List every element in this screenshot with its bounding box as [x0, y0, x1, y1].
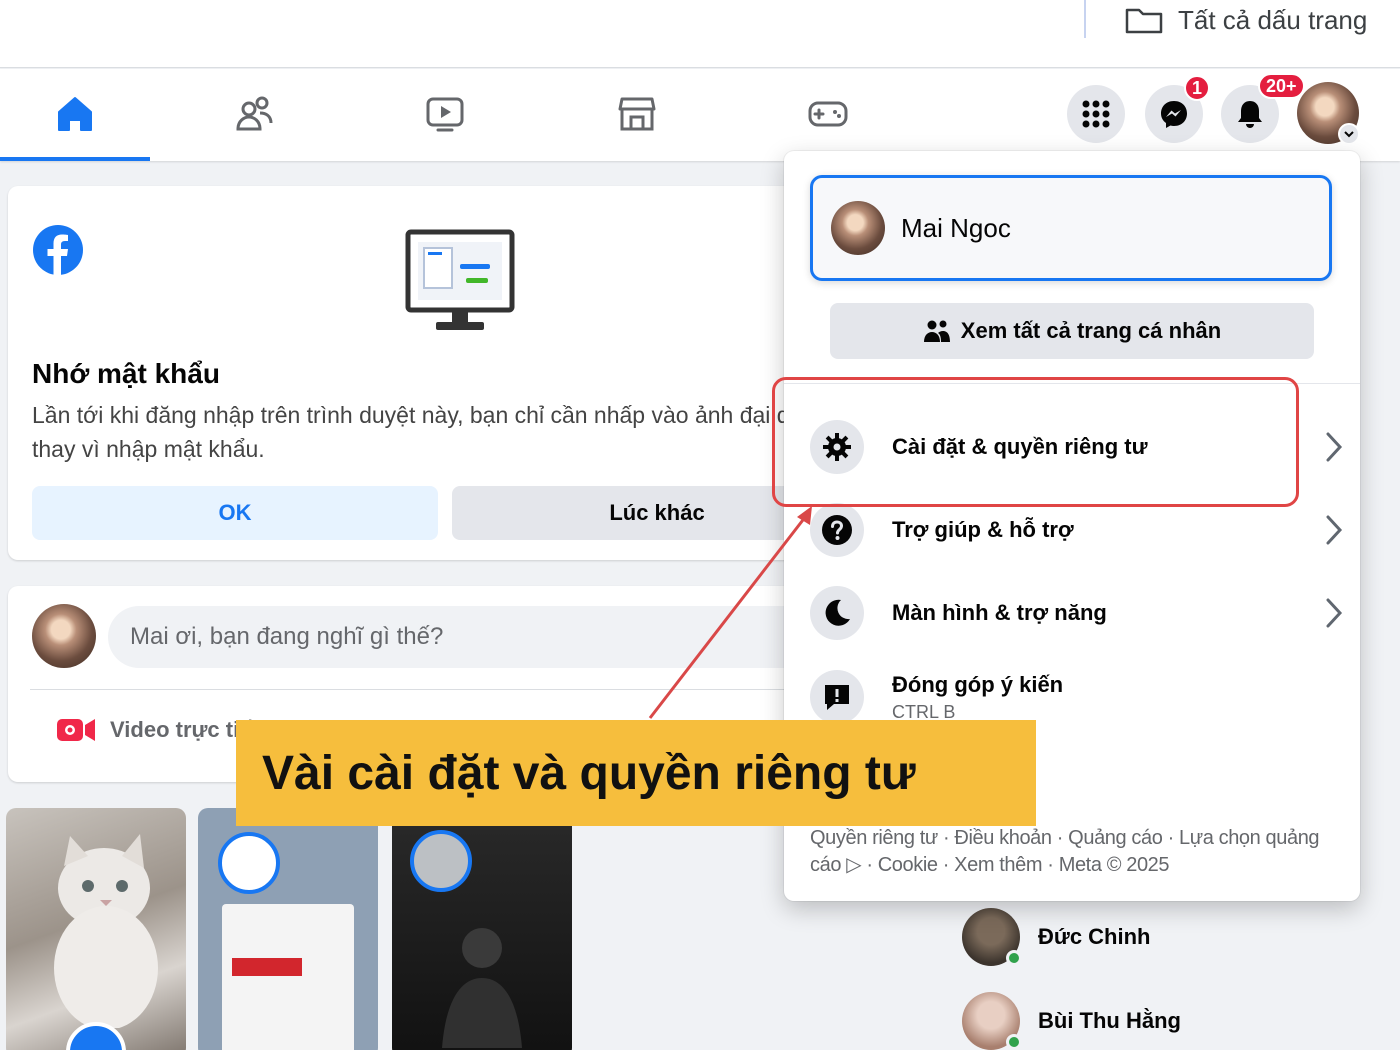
tab-marketplace[interactable] — [562, 69, 712, 159]
create-story-card[interactable] — [6, 808, 186, 1050]
marketplace-icon — [618, 97, 656, 131]
composer-divider — [30, 689, 808, 690]
profile-card[interactable]: Mai Ngoc — [810, 175, 1332, 281]
facebook-logo-icon — [33, 225, 83, 275]
composer-avatar[interactable] — [32, 604, 96, 668]
gear-icon — [823, 433, 851, 461]
tab-video[interactable] — [370, 69, 520, 159]
cat-photo-icon — [54, 834, 158, 1028]
contact-item[interactable]: Bùi Thu Hằng — [962, 990, 1181, 1050]
tab-home[interactable] — [0, 69, 150, 161]
story-thumbnail — [222, 904, 354, 1050]
menu-icon-circle — [810, 670, 864, 724]
messenger-badge: 1 — [1184, 75, 1211, 101]
story-avatar — [410, 830, 472, 892]
contact-item[interactable]: Đức Chinh — [962, 906, 1150, 968]
menu-icon-circle — [810, 503, 864, 557]
remember-password-title: Nhớ mật khẩu — [32, 358, 220, 389]
notifications-badge: 20+ — [1258, 73, 1305, 99]
see-all-profiles-button[interactable]: Xem tất cả trang cá nhân — [830, 303, 1314, 359]
ok-button[interactable]: OK — [32, 486, 438, 540]
messenger-icon — [1161, 101, 1187, 128]
whats-on-your-mind-input[interactable]: Mai ơi, bạn đang nghĩ gì thế? — [108, 606, 808, 668]
live-video-button[interactable]: Video trực tiếp — [56, 716, 265, 744]
bookmarks-divider — [1084, 0, 1086, 38]
menu-item-help-support[interactable]: Trợ giúp & hỗ trợ — [804, 492, 1343, 568]
all-bookmarks-label: Tất cả dấu trang — [1178, 4, 1368, 35]
footer-links[interactable]: Quyền riêng tư · Điều khoản · Quảng cáo … — [810, 825, 1330, 879]
all-bookmarks-folder[interactable]: Tất cả dấu trang — [1124, 2, 1367, 38]
menu-grid-icon — [1082, 100, 1110, 128]
menu-icon-circle — [810, 420, 864, 474]
annotation-banner: Vài cài đặt và quyền riêng tư — [236, 720, 1036, 826]
profile-name: Mai Ngoc — [901, 212, 1011, 243]
menu-item-label: Cài đặt & quyền riêng tư — [892, 434, 1148, 459]
menu-item-text: Đóng góp ý kiến CTRL B — [892, 672, 1063, 723]
friends-icon — [236, 96, 273, 131]
contact-avatar — [962, 908, 1022, 966]
bell-icon — [1238, 101, 1262, 128]
video-icon — [426, 97, 464, 132]
story-avatar — [218, 832, 280, 894]
moon-icon — [825, 599, 850, 626]
menu-separator — [784, 383, 1360, 384]
account-caret[interactable] — [1338, 123, 1360, 145]
see-all-profiles-label: Xem tất cả trang cá nhân — [960, 318, 1222, 343]
menu-icon-circle — [810, 586, 864, 640]
tab-friends[interactable] — [180, 69, 330, 159]
facebook-top-nav: 1 20+ — [0, 69, 1400, 161]
person-silhouette-icon — [442, 928, 522, 1048]
story-thumbnail-accent — [232, 958, 302, 976]
contact-avatar — [962, 992, 1022, 1050]
chevron-down-icon — [1344, 131, 1354, 138]
menu-item-label: Trợ giúp & hỗ trợ — [892, 517, 1074, 542]
menu-button[interactable] — [1067, 85, 1125, 143]
profile-card-avatar — [831, 201, 885, 255]
chevron-right-icon — [1326, 432, 1343, 462]
menu-item-label: Màn hình & trợ năng — [892, 600, 1107, 625]
help-icon — [822, 515, 852, 545]
folder-icon — [1125, 8, 1163, 34]
online-indicator — [1006, 950, 1022, 966]
chevron-right-icon — [1326, 515, 1343, 545]
contact-name: Bùi Thu Hằng — [1038, 1008, 1181, 1033]
later-button[interactable]: Lúc khác — [452, 486, 808, 540]
browser-bookmarks-bar: Tất cả dấu trang — [0, 0, 1400, 68]
remember-password-description: Lần tới khi đăng nhập trên trình duyệt n… — [32, 402, 808, 462]
tab-gaming[interactable] — [753, 69, 903, 159]
menu-item-label: Đóng góp ý kiến — [892, 671, 1064, 697]
remember-password-card: Nhớ mật khẩu Lần tới khi đăng nhập trên … — [8, 186, 808, 560]
gaming-icon — [808, 101, 848, 127]
live-video-icon — [57, 719, 95, 741]
home-icon — [58, 97, 92, 131]
menu-item-display-accessibility[interactable]: Màn hình & trợ năng — [804, 575, 1343, 651]
profiles-icon — [923, 320, 950, 342]
feedback-icon — [825, 685, 849, 710]
monitor-illustration-icon — [405, 229, 515, 330]
story-card[interactable] — [392, 808, 572, 1050]
contact-name: Đức Chinh — [1038, 924, 1151, 949]
menu-item-settings-privacy[interactable]: Cài đặt & quyền riêng tư — [804, 409, 1343, 485]
online-indicator — [1006, 1034, 1022, 1050]
chevron-right-icon — [1326, 598, 1343, 628]
story-card[interactable] — [198, 808, 378, 1050]
